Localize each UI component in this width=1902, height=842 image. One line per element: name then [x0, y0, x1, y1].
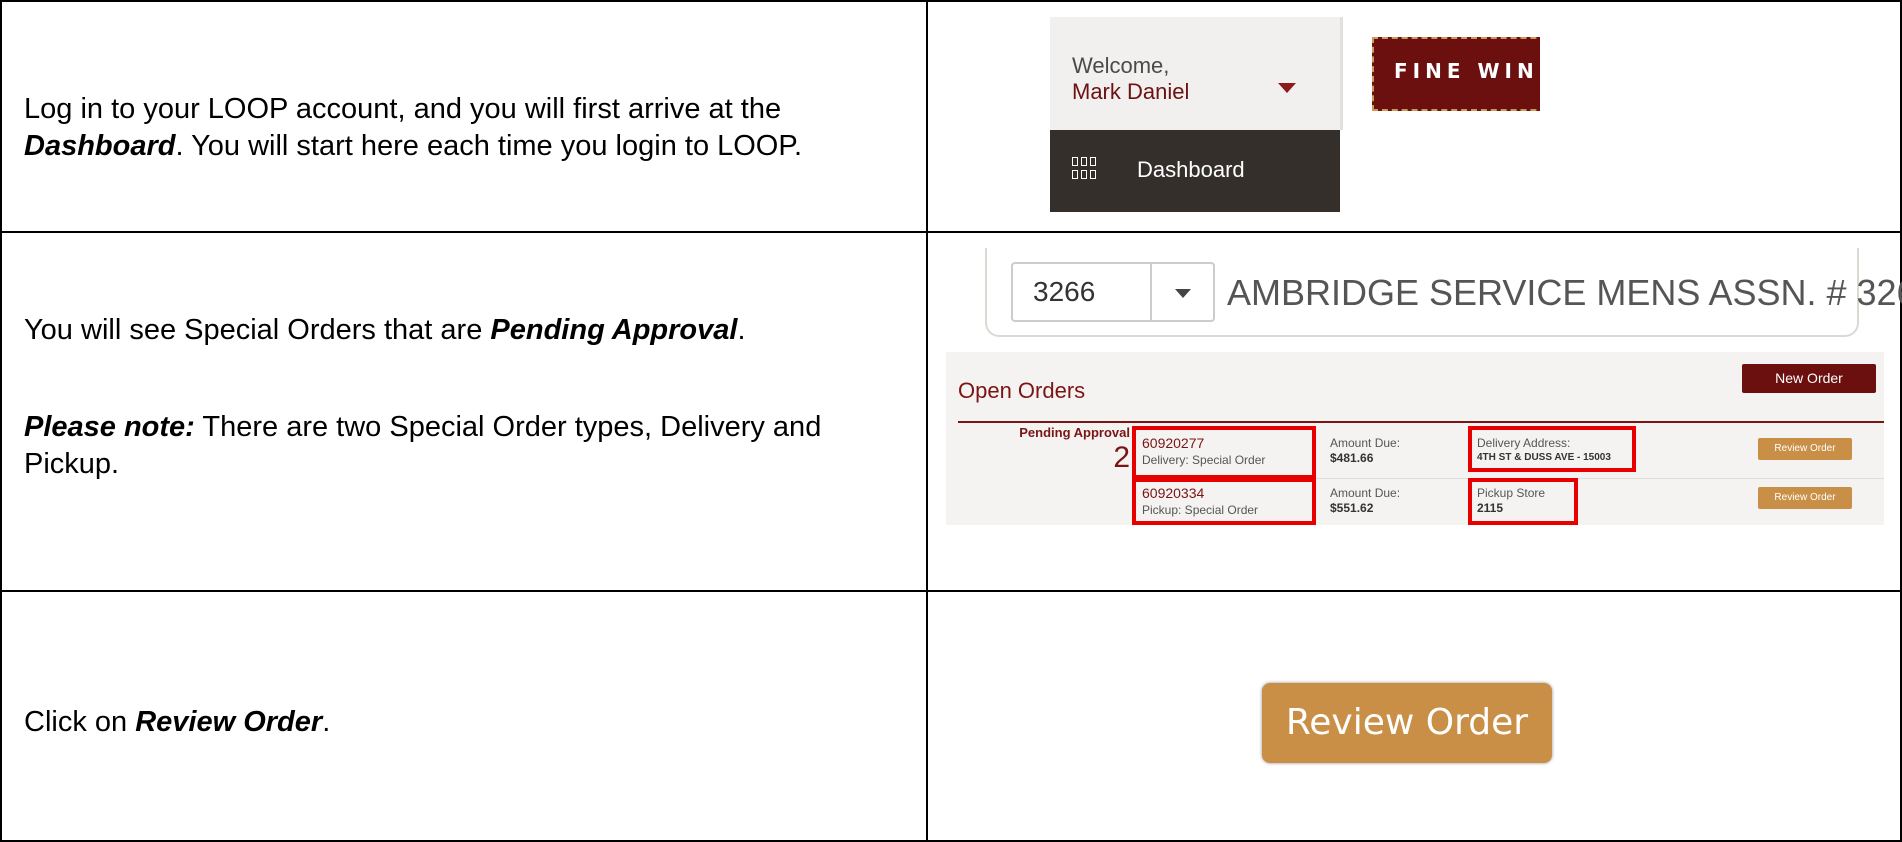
review-order-emphasis: Review Order — [135, 706, 323, 738]
review-order-button[interactable]: Review Order — [1758, 487, 1852, 509]
table-row-divider — [0, 590, 1902, 592]
amount-value: $551.62 — [1330, 501, 1374, 515]
store-name: AMBRIDGE SERVICE MENS ASSN. # 3266 — [1227, 272, 1902, 313]
caret-down-icon[interactable] — [1278, 83, 1296, 93]
review-order-button-large[interactable]: Review Order — [1262, 683, 1552, 763]
user-menu[interactable]: Welcome, Mark Daniel — [1050, 17, 1340, 130]
welcome-label: Welcome, — [1072, 53, 1170, 78]
section-title: Open Orders — [958, 378, 1086, 403]
table-border-left — [0, 0, 2, 842]
sidebar-item-dashboard[interactable]: Dashboard — [1050, 130, 1340, 212]
instruction-text: You will see Special Orders that are — [24, 314, 491, 346]
user-name: Mark Daniel — [1072, 79, 1190, 104]
store-selector-panel: 3266 AMBRIDGE SERVICE MENS ASSN. # 3266 — [985, 248, 1902, 337]
instruction-note: Please note: There are two Special Order… — [24, 409, 924, 483]
table-column-divider — [926, 0, 928, 842]
select-separator — [1150, 264, 1152, 320]
store-number: 3266 — [1033, 276, 1096, 307]
table-row-divider — [0, 231, 1902, 233]
instruction-text: . — [322, 706, 331, 738]
header-divider — [1340, 17, 1343, 130]
store-select[interactable]: 3266 — [1011, 262, 1215, 322]
review-order-button[interactable]: Review Order — [1758, 438, 1852, 460]
note-label: Please note: — [24, 411, 195, 443]
instruction-text: Log in to your LOOP account, and you wil… — [24, 93, 782, 125]
amount-value: $481.66 — [1330, 451, 1374, 465]
sidebar-item-label: Dashboard — [1137, 157, 1245, 182]
instruction-step-1: Log in to your LOOP account, and you wil… — [24, 91, 924, 165]
highlight-box — [1468, 478, 1578, 525]
instruction-text: . — [737, 314, 746, 346]
dashboard-emphasis: Dashboard — [24, 130, 176, 162]
open-orders-screenshot: Open Orders New Order Pending Approval 2… — [946, 352, 1884, 525]
instruction-step-2: You will see Special Orders that are Pen… — [24, 312, 924, 349]
instruction-text: Click on — [24, 706, 136, 738]
table-border-top — [0, 0, 1902, 2]
pending-approval-label: Pending Approval — [1019, 425, 1130, 440]
instruction-step-3: Click on Review Order. — [24, 704, 924, 741]
amount-label: Amount Due: — [1330, 486, 1401, 500]
brand-banner: FINE WINE & GOOD SPI — [1372, 37, 1540, 111]
pending-approval-count: 2 — [1113, 441, 1130, 474]
brand-banner-text: FINE WINE & GOOD SPI — [1394, 59, 1540, 83]
highlight-box — [1468, 426, 1636, 472]
caret-down-icon[interactable] — [1175, 289, 1191, 298]
section-rule — [958, 421, 1884, 423]
grid-icon — [1072, 157, 1098, 183]
pending-approval-emphasis: Pending Approval — [490, 314, 738, 346]
new-order-button[interactable]: New Order — [1742, 364, 1876, 393]
instruction-text: . You will start here each time you logi… — [175, 130, 803, 162]
amount-label: Amount Due: — [1330, 436, 1401, 450]
highlight-box — [1132, 426, 1316, 479]
highlight-box — [1132, 478, 1316, 525]
dashboard-screenshot: Welcome, Mark Daniel FINE WINE & GOOD SP… — [1050, 17, 1540, 212]
